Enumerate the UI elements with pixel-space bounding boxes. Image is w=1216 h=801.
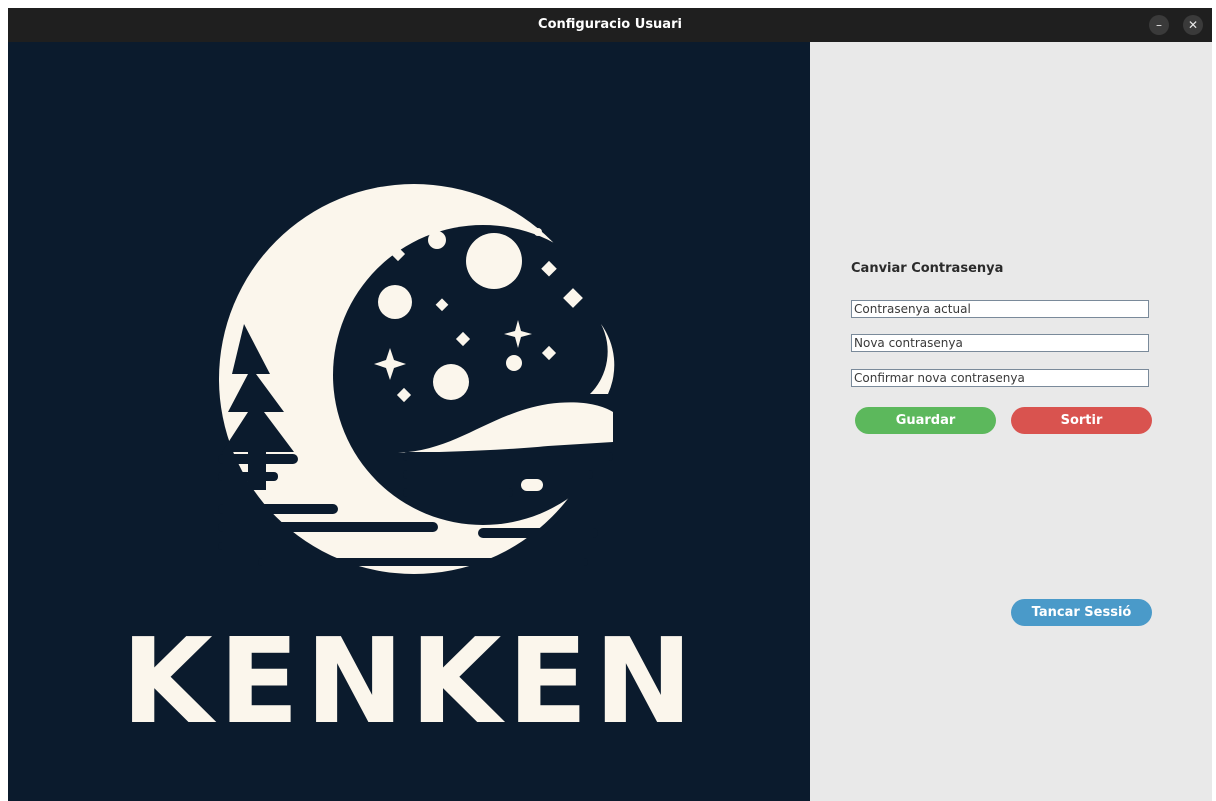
kenken-logo: KENKEN [121,184,699,750]
title-bar[interactable]: Configuracio Usuari – ✕ [8,8,1212,42]
logo-panel: KENKEN [8,42,810,801]
confirm-password-field[interactable] [851,369,1149,387]
logout-button[interactable]: Tancar Sessió [1011,599,1152,626]
planet-medium [433,364,469,400]
close-button[interactable]: ✕ [1183,15,1203,35]
settings-panel: Canviar Contrasenya Guardar Sortir Tanca… [810,42,1212,801]
minimize-button[interactable]: – [1149,15,1169,35]
close-icon: ✕ [1187,18,1199,32]
current-password-field[interactable] [851,300,1149,318]
change-password-heading: Canviar Contrasenya [851,261,1004,276]
minimize-icon: – [1156,18,1162,32]
new-password-field[interactable] [851,334,1149,352]
save-button[interactable]: Guardar [855,407,996,434]
exit-button[interactable]: Sortir [1011,407,1152,434]
planet-small [378,285,412,319]
water-dash [521,479,543,491]
star-dot [428,231,446,249]
star-dot [506,355,522,371]
planet-large [466,233,522,289]
window-title: Configuracio Usuari [538,17,682,32]
crescent-moon-shape [219,184,609,574]
logo-text: KENKEN [121,612,699,750]
star-dot [534,228,542,236]
app-window: Configuracio Usuari – ✕ KENKEN Canviar C… [8,8,1212,801]
